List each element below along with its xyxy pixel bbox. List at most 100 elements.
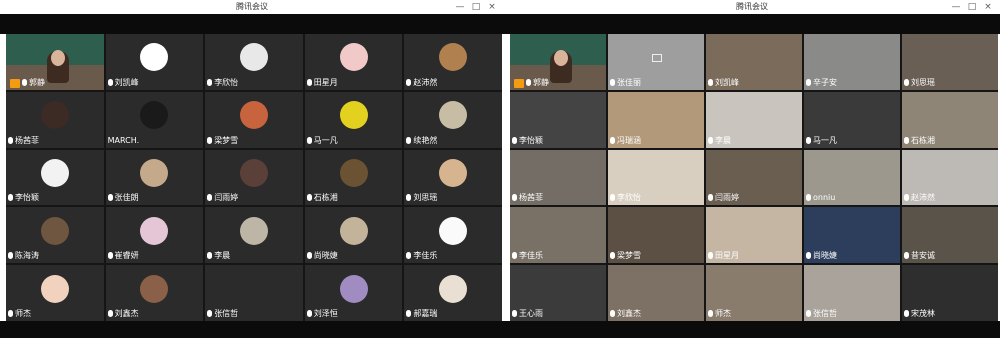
participant-tile[interactable]: 田星月 [706,207,802,264]
participant-tile[interactable]: 李佳乐 [404,207,502,264]
participant-name: 师杰 [8,309,31,319]
mic-icon [207,309,213,317]
minimize-button[interactable]: — [452,1,468,13]
participant-tile[interactable]: 石栋湘 [902,91,998,148]
participant-gallery: 郭静 张佳丽 刘凯峰 辛子安 刘思瑶李怡颖 冯瑞涵 李晨 马一凡 石栋湘杨茜菲 李欣怡 闫雨婷 onn… [510,34,998,321]
participant-name-text: 尚晓婕 [313,251,338,261]
participant-name: 刘鑫杰 [610,309,641,319]
participant-tile[interactable]: onniu [804,149,900,206]
participant-tile[interactable]: 闫雨婷 [205,149,303,206]
participant-tile[interactable]: 刘鑫杰 [608,265,704,321]
participant-tile[interactable]: 师杰 [6,265,104,321]
mic-icon [107,194,113,202]
mic-icon [708,194,713,202]
participant-tile[interactable]: MARCH. [105,91,204,148]
participant-tile[interactable]: 刘泽恒 [304,265,403,321]
mic-icon [406,252,412,260]
participant-tile[interactable]: 田星月 [304,34,403,90]
participant-name-text: 郝嘉瑞 [413,308,438,318]
participant-tile[interactable]: 石栋湘 [304,149,403,206]
avatar [140,159,169,188]
mic-icon [406,194,412,202]
mic-icon [610,78,615,86]
maximize-button[interactable]: □ [964,1,980,13]
mic-icon [904,136,909,144]
participant-tile[interactable]: 郭静 [6,34,104,90]
close-button[interactable]: × [980,1,996,13]
participant-tile[interactable]: 张信哲 [804,265,900,321]
participant-tile[interactable]: 李晨 [205,207,303,264]
participant-tile[interactable]: 刘思瑶 [404,149,502,206]
window-controls: — □ × [948,1,996,13]
participant-tile[interactable]: 梁梦雪 [608,207,704,264]
mic-icon [207,194,213,202]
participant-tile[interactable]: 师杰 [706,265,802,321]
mic-icon [610,309,615,317]
avatar [339,274,368,303]
participant-name: 陈海涛 [8,251,39,261]
participant-name-text: 尚晓婕 [813,251,837,261]
participant-tile[interactable]: 刘思瑶 [902,34,998,90]
participant-tile[interactable]: 李欣怡 [608,149,704,206]
mic-icon [8,252,13,260]
participant-tile[interactable]: 李怡颖 [510,91,606,148]
participant-tile[interactable]: 昔安诚 [902,207,998,264]
participant-tile[interactable]: 郝嘉瑞 [404,265,502,321]
participant-tile[interactable]: 王心雨 [510,265,606,321]
minimize-button[interactable]: — [948,1,964,13]
participant-tile[interactable]: 尚晓婕 [304,207,403,264]
participant-tile[interactable]: 刘鑫杰 [105,265,204,321]
participant-tile[interactable]: 刘凯峰 [105,34,204,90]
participant-tile[interactable]: 冯瑞涵 [608,91,704,148]
mic-icon [610,136,615,144]
participant-name: 石栋湘 [904,136,935,146]
participant-tile[interactable]: 张佳丽 [608,34,704,90]
participant-name-text: 刘思瑶 [911,77,935,87]
participant-tile[interactable]: 张佳朗 [105,149,204,206]
participant-tile[interactable]: 闫雨婷 [706,149,802,206]
participant-tile[interactable]: 续艳然 [404,91,502,148]
participant-tile[interactable]: 梁梦雪 [205,91,303,148]
avatar [40,159,69,188]
participant-name: 李欣怡 [610,193,641,203]
mic-icon [904,309,909,317]
participant-tile[interactable]: 尚晓婕 [804,207,900,264]
mic-icon [708,136,713,144]
mic-icon [806,309,811,317]
participant-name-text: 王心雨 [519,308,543,318]
participant-name: 李晨 [207,251,230,261]
participant-tile[interactable]: 赵沛然 [902,149,998,206]
participant-tile[interactable]: 杨茜菲 [510,149,606,206]
participant-tile[interactable]: 杨茜菲 [6,91,104,148]
participant-name-text: 刘思瑶 [413,193,438,203]
participant-name: 师杰 [708,309,731,319]
top-toolbar [0,14,504,34]
participant-tile[interactable]: 赵沛然 [404,34,502,90]
participant-name: 赵沛然 [406,78,437,88]
participant-tile[interactable]: 郭静 [510,34,606,90]
participant-tile[interactable]: 刘凯峰 [706,34,802,90]
close-button[interactable]: × [484,1,500,13]
participant-name: 昔安诚 [904,251,935,261]
participant-tile[interactable]: 张信哲 [205,265,303,321]
maximize-button[interactable]: □ [468,1,484,13]
participant-tile[interactable]: 马一凡 [804,91,900,148]
mic-icon [207,78,213,86]
participant-tile[interactable]: 崔睿妍 [105,207,204,264]
avatar [40,216,69,245]
participant-tile[interactable]: 李晨 [706,91,802,148]
participant-tile[interactable]: 陈海涛 [6,207,104,264]
participant-name-text: 闫雨婷 [715,193,739,203]
participant-tile[interactable]: 辛子安 [804,34,900,90]
participant-tile[interactable]: 李佳乐 [510,207,606,264]
participant-name: 张信哲 [207,309,238,319]
participant-tile[interactable]: 宋茂林 [902,265,998,321]
mic-icon [708,78,713,86]
participant-tile[interactable]: 马一凡 [304,91,403,148]
avatar [239,274,268,303]
participant-tile[interactable]: 李怡颖 [6,149,104,206]
participant-name-text: 刘鑫杰 [617,308,641,318]
participant-name: 宋茂林 [904,309,935,319]
participant-name-text: 师杰 [715,308,731,318]
participant-tile[interactable]: 李欣怡 [205,34,303,90]
